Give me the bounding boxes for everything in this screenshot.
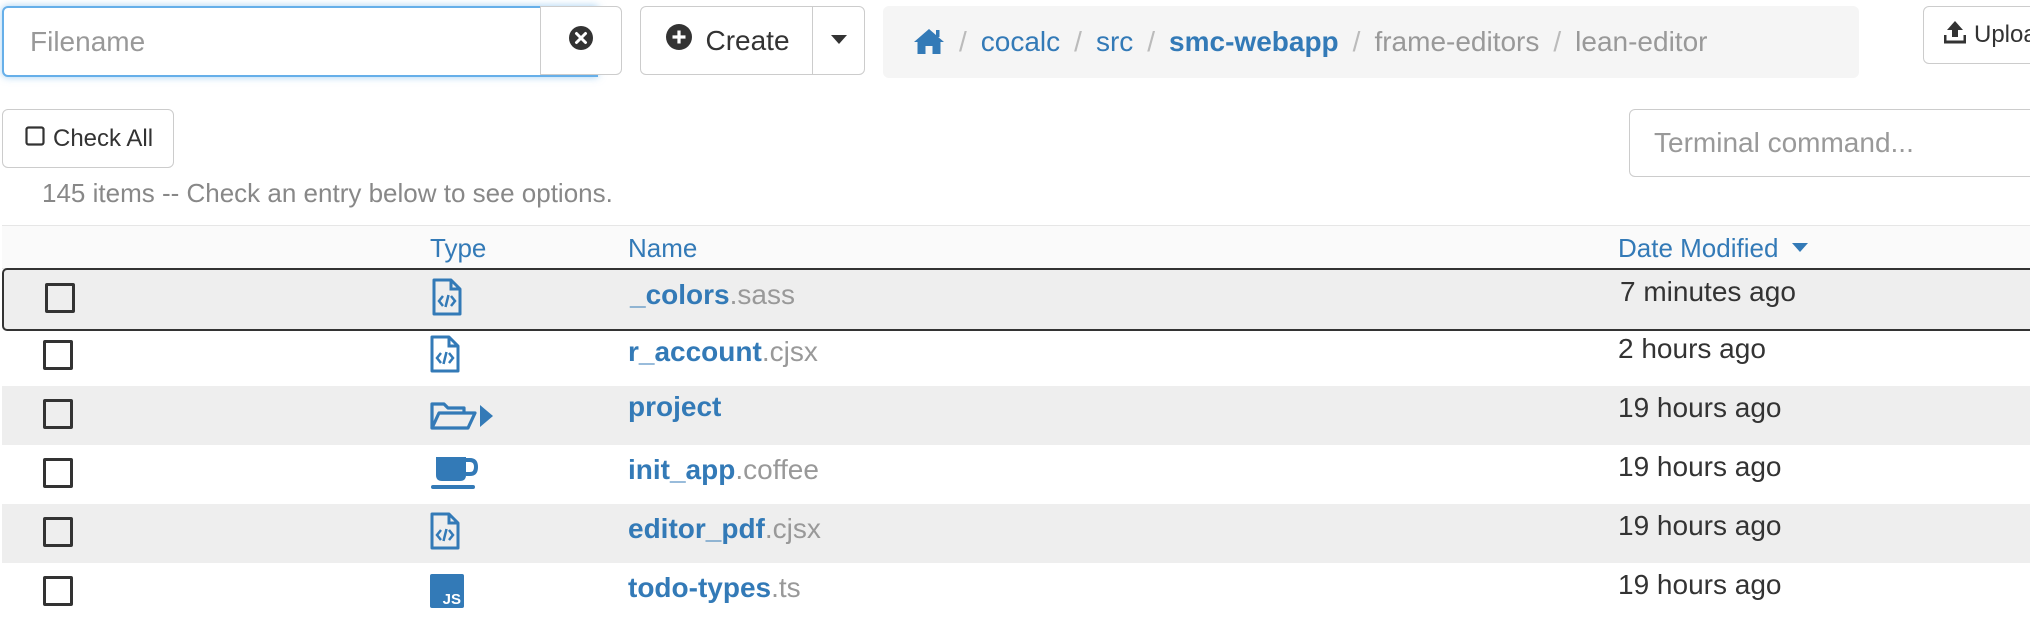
type-column-header[interactable]: Type <box>430 233 486 264</box>
file-date-modified: 19 hours ago <box>1618 569 1782 600</box>
plus-circle-icon <box>665 23 693 58</box>
clear-circle-icon <box>568 25 594 56</box>
check-all-label: Check All <box>53 124 154 152</box>
file-basename: r_account <box>628 336 762 367</box>
breadcrumb-separator: / <box>1147 26 1156 57</box>
item-count-summary: 145 items -- Check an entry below to see… <box>42 178 613 208</box>
file-row[interactable]: r_account.cjsx 2 hours ago <box>2 327 2030 386</box>
svg-text:JS: JS <box>443 591 461 608</box>
filename-search-input[interactable] <box>2 6 598 77</box>
file-extension: .cjsx <box>761 336 818 367</box>
file-name-link[interactable]: todo-types.ts <box>628 572 801 604</box>
file-row[interactable]: JS todo-types.ts 19 hours ago <box>2 563 2030 622</box>
breadcrumb-item-cocalc[interactable]: cocalc <box>981 26 1060 58</box>
file-date-modified: 19 hours ago <box>1618 510 1782 541</box>
upload-icon <box>1943 20 1967 51</box>
caret-down-icon <box>830 32 847 50</box>
file-name-link[interactable]: editor_pdf.cjsx <box>628 513 821 545</box>
check-all-button[interactable]: Check All <box>2 109 174 168</box>
breadcrumb-separator: / <box>1553 26 1562 57</box>
create-button-label: Create <box>705 24 790 56</box>
js-file-icon[interactable]: JS <box>430 571 464 613</box>
folder-name-link[interactable]: project <box>628 391 721 423</box>
row-checkbox[interactable] <box>43 458 73 488</box>
folder-row[interactable]: project 19 hours ago <box>2 386 2030 445</box>
square-icon <box>25 125 45 153</box>
breadcrumb-item-src[interactable]: src <box>1096 26 1133 58</box>
file-extension: .sass <box>729 279 795 310</box>
row-checkbox[interactable] <box>43 576 73 606</box>
filename-search-group <box>0 6 622 77</box>
breadcrumb: / cocalc / src / smc-webapp / frame-edit… <box>883 6 1859 78</box>
file-basename: init_app <box>628 454 736 485</box>
file-date-modified: 19 hours ago <box>1618 451 1782 482</box>
file-extension: .cjsx <box>764 513 821 544</box>
create-dropdown-button[interactable] <box>812 6 865 75</box>
file-basename: _colors <box>630 279 730 310</box>
file-name-link[interactable]: _colors.sass <box>630 279 795 311</box>
file-row[interactable]: init_app.coffee 19 hours ago <box>2 445 2030 504</box>
file-name-link[interactable]: r_account.cjsx <box>628 336 818 368</box>
file-date-modified: 2 hours ago <box>1618 333 1766 364</box>
breadcrumb-item-frame-editors[interactable]: frame-editors <box>1374 26 1539 58</box>
breadcrumb-separator: / <box>1074 26 1082 57</box>
breadcrumb-item-lean-editor[interactable]: lean-editor <box>1575 26 1707 58</box>
listing-header: Type Name Date Modified <box>2 225 2030 269</box>
file-row[interactable]: editor_pdf.cjsx 19 hours ago <box>2 504 2030 563</box>
row-checkbox[interactable] <box>45 283 75 313</box>
code-file-icon[interactable] <box>432 278 462 321</box>
file-name-link[interactable]: init_app.coffee <box>628 454 819 486</box>
date-modified-column-header[interactable]: Date Modified <box>1618 233 1808 264</box>
create-button[interactable]: Create <box>640 6 815 75</box>
coffee-icon[interactable] <box>430 453 479 496</box>
file-date-modified: 7 minutes ago <box>1620 276 1796 307</box>
create-button-group: Create <box>640 6 865 75</box>
date-modified-header-label: Date Modified <box>1618 233 1779 263</box>
home-icon <box>913 26 945 57</box>
sort-caret-down-icon <box>1786 233 1808 263</box>
clear-search-button[interactable] <box>540 6 622 75</box>
breadcrumb-separator: / <box>959 26 967 57</box>
breadcrumb-home[interactable] <box>913 26 945 58</box>
file-extension: .coffee <box>735 454 819 485</box>
upload-button-label: Upload <box>1974 21 2030 48</box>
file-date-modified: 19 hours ago <box>1618 392 1782 423</box>
breadcrumb-separator: / <box>1352 26 1361 57</box>
upload-button[interactable]: Upload <box>1923 6 2030 64</box>
code-file-icon[interactable] <box>430 512 460 555</box>
row-checkbox[interactable] <box>43 399 73 429</box>
file-extension: .ts <box>771 572 801 603</box>
file-basename: editor_pdf <box>628 513 765 544</box>
breadcrumb-item-smc-webapp[interactable]: smc-webapp <box>1169 26 1339 58</box>
row-checkbox[interactable] <box>43 340 73 370</box>
terminal-command-input[interactable] <box>1629 109 2030 177</box>
name-column-header[interactable]: Name <box>628 233 697 264</box>
code-file-icon[interactable] <box>430 335 460 378</box>
open-folder-icon[interactable] <box>430 394 494 437</box>
folder-name: project <box>628 391 722 422</box>
file-basename: todo-types <box>628 572 772 603</box>
file-row[interactable]: _colors.sass 7 minutes ago <box>2 268 2030 331</box>
row-checkbox[interactable] <box>43 517 73 547</box>
